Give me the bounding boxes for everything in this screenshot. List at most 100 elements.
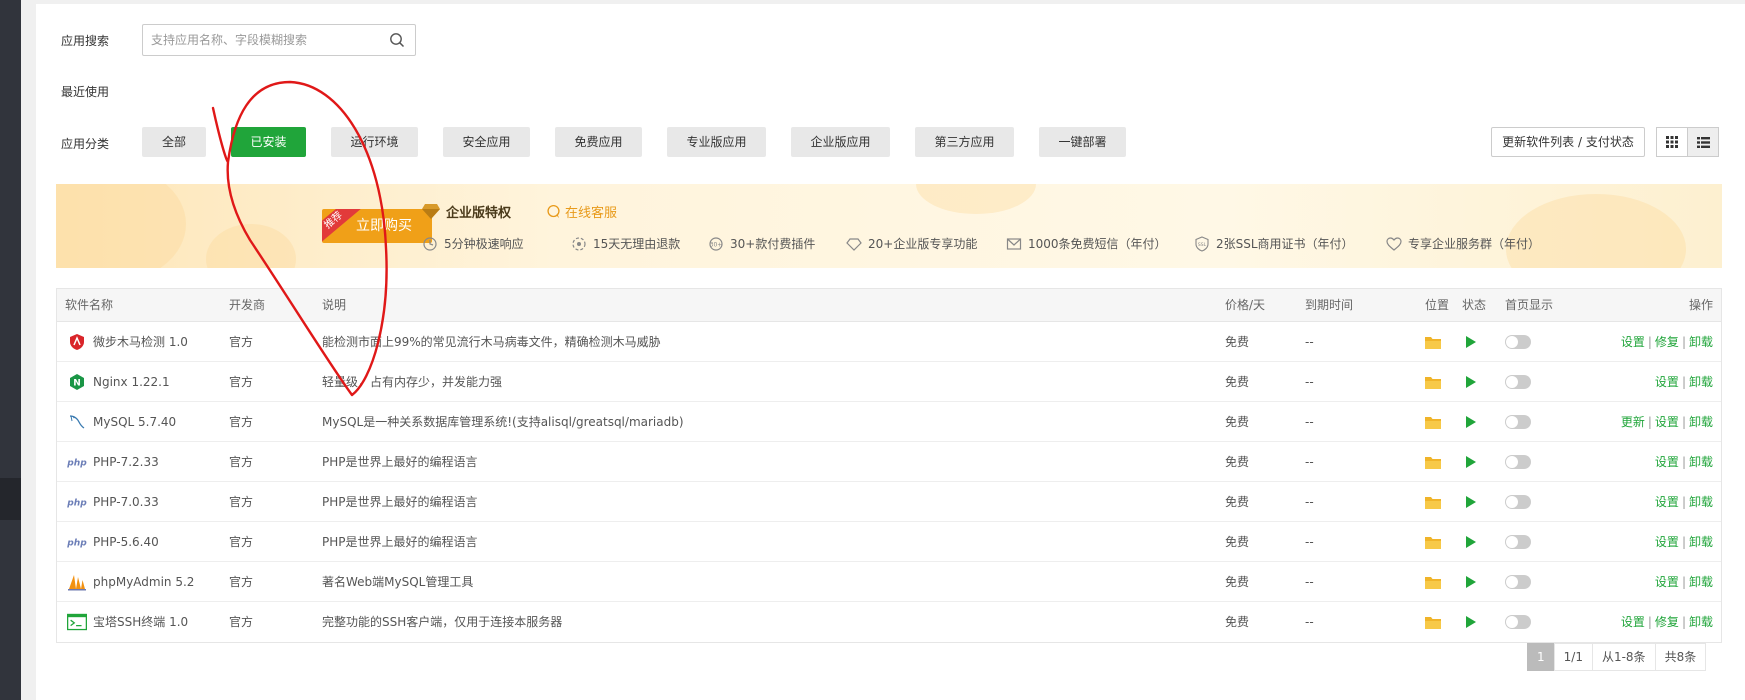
folder-icon[interactable]	[1425, 495, 1441, 509]
tab-installed[interactable]: 已安装	[231, 127, 306, 157]
play-icon[interactable]	[1466, 416, 1476, 428]
enterprise-promo-banner: 推荐 立即购买 企业版特权 在线客服 5分钟极速响应 15天无理由退款 30+ …	[56, 184, 1722, 268]
home-display-toggle[interactable]	[1505, 375, 1531, 389]
uninstall-link[interactable]: 卸载	[1689, 495, 1713, 509]
developer: 官方	[229, 495, 254, 509]
play-icon[interactable]	[1466, 536, 1476, 548]
tab-all[interactable]: 全部	[142, 127, 206, 157]
refund-icon	[572, 236, 586, 251]
developer: 官方	[229, 535, 254, 549]
uninstall-link[interactable]: 卸载	[1689, 335, 1713, 349]
settings-link[interactable]: 设置	[1621, 335, 1645, 349]
category-label: 应用分类	[61, 137, 110, 151]
row-actions: 设置 | 卸载	[1655, 362, 1713, 402]
settings-link[interactable]: 设置	[1655, 375, 1679, 389]
uninstall-link[interactable]: 卸载	[1689, 615, 1713, 629]
php-icon: php	[67, 493, 87, 511]
settings-link[interactable]: 设置	[1655, 455, 1679, 469]
list-view-button[interactable]	[1687, 127, 1719, 157]
repair-link[interactable]: 修复	[1655, 335, 1679, 349]
home-display-toggle[interactable]	[1505, 415, 1531, 429]
svg-text:SSL: SSL	[1198, 242, 1207, 248]
folder-icon[interactable]	[1425, 455, 1441, 469]
settings-link[interactable]: 设置	[1655, 535, 1679, 549]
tab-security[interactable]: 安全应用	[443, 127, 530, 157]
enterprise-title-text: 企业版特权	[446, 206, 512, 221]
left-sidebar	[0, 0, 21, 700]
tab-third-party[interactable]: 第三方应用	[915, 127, 1014, 157]
home-display-toggle[interactable]	[1505, 335, 1531, 349]
pagination: 1 1/1 从1-8条 共8条	[1527, 643, 1707, 671]
table-row: MySQL 5.7.40 官方 MySQL是一种关系数据库管理系统!(支持ali…	[57, 402, 1721, 442]
app-name[interactable]: PHP-5.6.40	[93, 522, 159, 562]
phpmyadmin-icon	[67, 573, 87, 591]
separator: |	[1681, 535, 1686, 549]
folder-icon[interactable]	[1425, 575, 1441, 589]
app-name[interactable]: 微步木马检测 1.0	[93, 322, 188, 362]
play-icon[interactable]	[1466, 576, 1476, 588]
expiry: --	[1305, 455, 1314, 469]
app-name[interactable]: PHP-7.2.33	[93, 442, 159, 482]
group-icon	[1386, 236, 1402, 251]
tab-pro[interactable]: 专业版应用	[667, 127, 766, 157]
refresh-software-list-button[interactable]: 更新软件列表 / 支付状态	[1491, 127, 1645, 157]
update-link[interactable]: 更新	[1621, 415, 1645, 429]
settings-link[interactable]: 设置	[1621, 615, 1645, 629]
uninstall-link[interactable]: 卸载	[1689, 455, 1713, 469]
settings-link[interactable]: 设置	[1655, 575, 1679, 589]
search-icon[interactable]	[389, 32, 405, 48]
folder-icon[interactable]	[1425, 535, 1441, 549]
folder-icon[interactable]	[1425, 615, 1441, 629]
grid-view-button[interactable]	[1656, 127, 1688, 157]
buy-now-button[interactable]: 推荐 立即购买	[322, 209, 432, 243]
folder-icon[interactable]	[1425, 375, 1441, 389]
description: PHP是世界上最好的编程语言	[322, 495, 478, 509]
play-icon[interactable]	[1466, 456, 1476, 468]
price: 免费	[1225, 575, 1250, 589]
online-service-link[interactable]: 在线客服	[546, 202, 617, 221]
play-icon[interactable]	[1466, 376, 1476, 388]
app-name[interactable]: MySQL 5.7.40	[93, 402, 176, 442]
tab-one-click-deploy[interactable]: 一键部署	[1039, 127, 1126, 157]
separator: |	[1647, 335, 1652, 349]
row-actions: 设置 | 修复 | 卸载	[1621, 322, 1713, 362]
play-icon[interactable]	[1466, 496, 1476, 508]
description: PHP是世界上最好的编程语言	[322, 455, 478, 469]
settings-link[interactable]: 设置	[1655, 415, 1679, 429]
home-display-toggle[interactable]	[1505, 615, 1531, 629]
uninstall-link[interactable]: 卸载	[1689, 575, 1713, 589]
uninstall-link[interactable]: 卸载	[1689, 375, 1713, 389]
sidebar-active-item[interactable]	[0, 478, 21, 520]
row-actions: 设置 | 卸载	[1655, 442, 1713, 482]
home-display-toggle[interactable]	[1505, 575, 1531, 589]
tab-free[interactable]: 免费应用	[555, 127, 642, 157]
developer: 官方	[229, 415, 254, 429]
search-input[interactable]	[143, 25, 373, 55]
enterprise-privileges-title: 企业版特权	[422, 202, 511, 221]
app-name[interactable]: 宝塔SSH终端 1.0	[93, 602, 188, 642]
total-count: 共8条	[1654, 643, 1707, 671]
tab-runtime[interactable]: 运行环境	[331, 127, 418, 157]
home-display-toggle[interactable]	[1505, 455, 1531, 469]
uninstall-link[interactable]: 卸载	[1689, 535, 1713, 549]
page-1-button[interactable]: 1	[1527, 643, 1555, 671]
settings-link[interactable]: 设置	[1655, 495, 1679, 509]
buy-now-label: 立即购买	[356, 218, 412, 234]
home-display-toggle[interactable]	[1505, 495, 1531, 509]
app-name[interactable]: Nginx 1.22.1	[93, 362, 170, 402]
repair-link[interactable]: 修复	[1655, 615, 1679, 629]
app-name[interactable]: phpMyAdmin 5.2	[93, 562, 194, 602]
folder-icon[interactable]	[1425, 415, 1441, 429]
row-actions: 设置 | 卸载	[1655, 562, 1713, 602]
price: 免费	[1225, 495, 1250, 509]
uninstall-link[interactable]: 卸载	[1689, 415, 1713, 429]
play-icon[interactable]	[1466, 616, 1476, 628]
col-home-display: 首页显示	[1505, 298, 1554, 312]
play-icon[interactable]	[1466, 336, 1476, 348]
home-display-toggle[interactable]	[1505, 535, 1531, 549]
folder-icon[interactable]	[1425, 335, 1441, 349]
tab-enterprise[interactable]: 企业版应用	[791, 127, 890, 157]
search-field[interactable]	[142, 24, 416, 56]
app-name[interactable]: PHP-7.0.33	[93, 482, 159, 522]
php-icon: php	[67, 533, 87, 551]
